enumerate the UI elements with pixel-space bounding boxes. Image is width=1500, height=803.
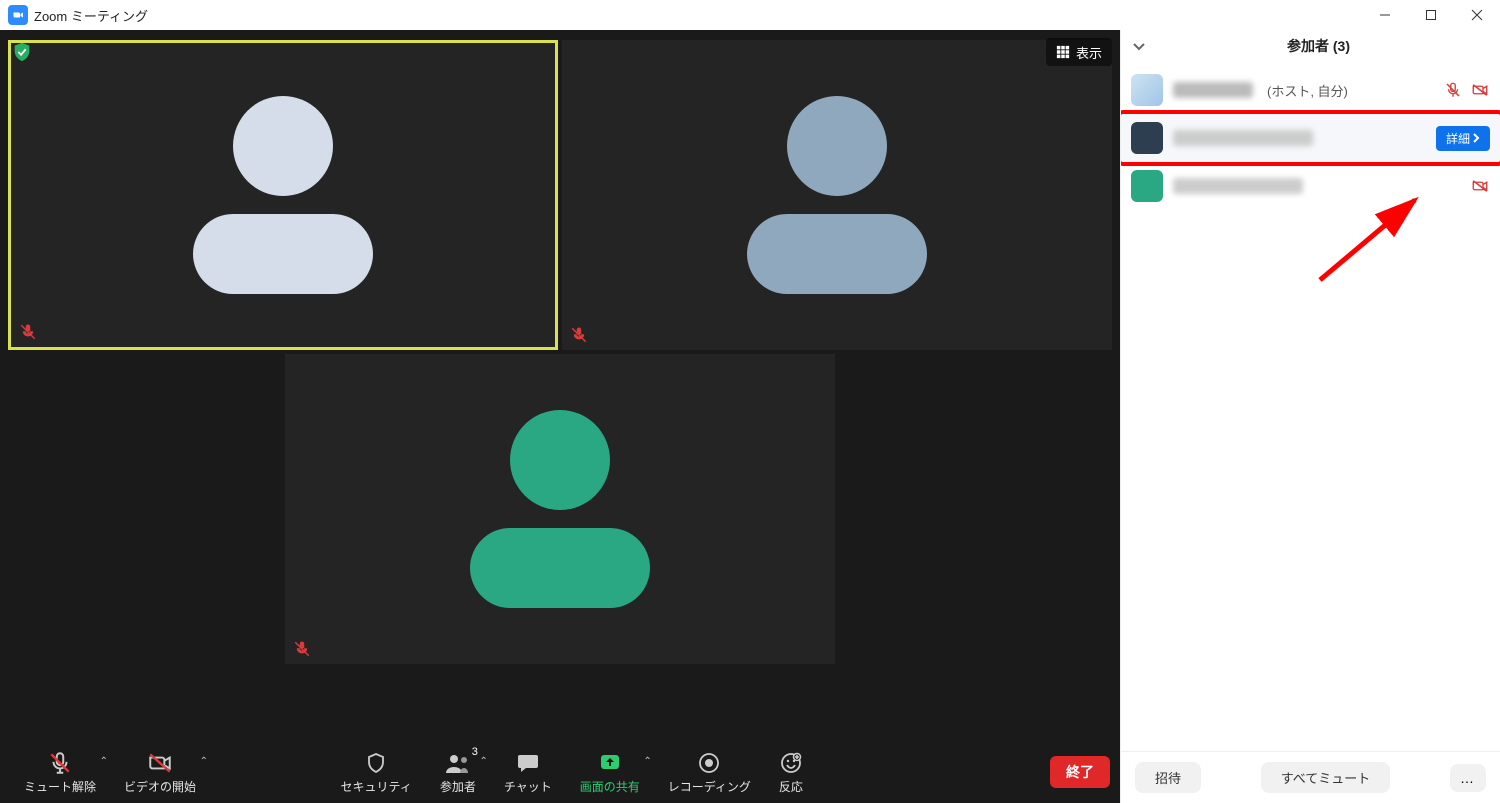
avatar [1131,122,1163,154]
participants-label: 参加者 [440,778,476,795]
share-screen-icon [597,750,623,776]
meeting-area: 表示 [0,30,1120,803]
mic-muted-icon [293,640,311,658]
video-label: ビデオの開始 [124,778,196,795]
chat-button[interactable]: チャット [490,746,566,799]
invite-button[interactable]: 招待 [1135,762,1201,793]
more-options-button[interactable]: … [1450,764,1486,792]
participant-row[interactable] [1121,162,1500,210]
share-screen-button[interactable]: ⌃ 画面の共有 [566,746,654,799]
video-tile[interactable] [562,40,1112,350]
camera-off-icon [146,750,174,776]
view-layout-button[interactable]: 表示 [1046,38,1112,66]
participant-name-redacted [1173,130,1313,146]
participants-panel: 参加者 (3) (ホスト, 自分) 詳細 [1120,30,1500,803]
mic-off-icon [47,750,73,776]
chat-label: チャット [504,778,552,795]
participant-name-redacted [1173,178,1303,194]
chevron-right-icon [1472,133,1480,143]
mic-muted-icon [570,326,588,344]
mic-muted-icon [19,323,37,341]
video-tile[interactable] [285,354,835,664]
participant-row[interactable]: (ホスト, 自分) [1121,66,1500,114]
participants-count-badge: 3 [472,746,478,758]
shield-icon [364,750,388,776]
chevron-up-icon[interactable]: ⌃ [100,756,108,767]
smile-icon [779,750,803,776]
participants-button[interactable]: ⌃ 3 参加者 [426,746,490,799]
reactions-button[interactable]: 反応 [765,746,817,799]
avatar-placeholder-icon [470,410,650,608]
video-button[interactable]: ⌃ ビデオの開始 [110,746,210,799]
record-label: レコーディング [668,778,751,795]
security-button[interactable]: セキュリティ [327,746,426,799]
avatar [1131,170,1163,202]
participant-name-redacted [1173,82,1253,98]
reactions-label: 反応 [779,778,803,795]
camera-off-icon [1470,177,1490,195]
mic-muted-icon [1444,81,1462,99]
zoom-logo-icon [8,5,28,25]
people-icon: 3 [444,750,472,776]
mute-all-button[interactable]: すべてミュート [1261,762,1391,793]
grid-icon [1056,45,1070,59]
security-label: セキュリティ [341,778,412,795]
video-tile[interactable] [8,40,558,350]
meeting-controls: ⌃ ミュート解除 ⌃ ビデオの開始 [0,741,1120,803]
window-title: Zoom ミーティング [34,6,148,25]
camera-off-icon [1470,81,1490,99]
detail-label: 詳細 [1446,130,1470,147]
window-maximize-button[interactable] [1408,0,1454,30]
participant-detail-button[interactable]: 詳細 [1436,126,1490,151]
participant-row[interactable]: 詳細 [1121,114,1500,162]
avatar [1131,74,1163,106]
encryption-shield-icon[interactable] [8,38,36,66]
share-label: 画面の共有 [580,778,640,795]
mute-button[interactable]: ⌃ ミュート解除 [10,746,110,799]
chevron-up-icon[interactable]: ⌃ [200,756,208,767]
panel-footer: 招待 すべてミュート … [1121,751,1500,803]
avatar-placeholder-icon [193,96,373,294]
mute-label: ミュート解除 [24,778,96,795]
chevron-up-icon[interactable]: ⌃ [479,756,487,767]
video-grid [0,30,1120,741]
end-label: 終了 [1066,764,1094,780]
end-meeting-button[interactable]: 終了 [1050,756,1110,788]
panel-title: 参加者 (3) [1147,36,1490,56]
participants-list: (ホスト, 自分) 詳細 [1121,66,1500,751]
chevron-down-icon [1131,38,1147,54]
window-close-button[interactable] [1454,0,1500,30]
participant-role: (ホスト, 自分) [1267,81,1348,100]
record-icon [697,750,721,776]
view-label: 表示 [1076,43,1102,62]
avatar-placeholder-icon [747,96,927,294]
collapse-panel-button[interactable] [1131,38,1147,54]
chevron-up-icon[interactable]: ⌃ [643,756,651,767]
chat-icon [515,750,541,776]
window-minimize-button[interactable] [1362,0,1408,30]
window-titlebar: Zoom ミーティング [0,0,1500,30]
record-button[interactable]: レコーディング [654,746,765,799]
